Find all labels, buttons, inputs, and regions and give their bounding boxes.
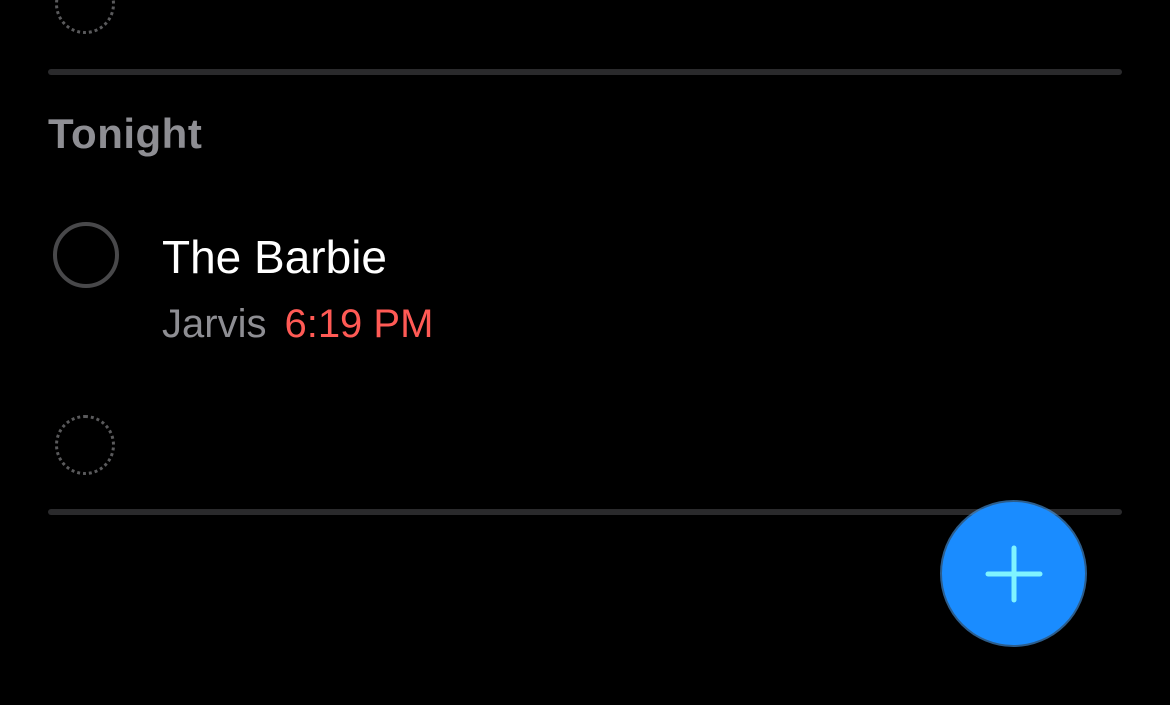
- reminders-screen: Tonight The Barbie Jarvis 6:19 PM: [0, 0, 1170, 705]
- reminder-item[interactable]: The Barbie Jarvis 6:19 PM: [53, 222, 753, 362]
- new-reminder-placeholder-circle-icon[interactable]: [55, 415, 115, 475]
- reminder-details: Jarvis 6:19 PM: [162, 302, 433, 347]
- reminder-due-time: 6:19 PM: [284, 302, 434, 346]
- plus-icon: [985, 545, 1042, 602]
- new-reminder-placeholder-circle-icon[interactable]: [55, 0, 115, 34]
- section-title: Tonight: [48, 110, 203, 157]
- complete-checkbox-icon[interactable]: [53, 222, 119, 288]
- section-divider: [48, 69, 1122, 75]
- section-divider: [48, 509, 1122, 515]
- reminder-list-name: Jarvis: [162, 302, 267, 346]
- reminder-title[interactable]: The Barbie: [162, 230, 387, 284]
- add-reminder-button[interactable]: [942, 502, 1085, 645]
